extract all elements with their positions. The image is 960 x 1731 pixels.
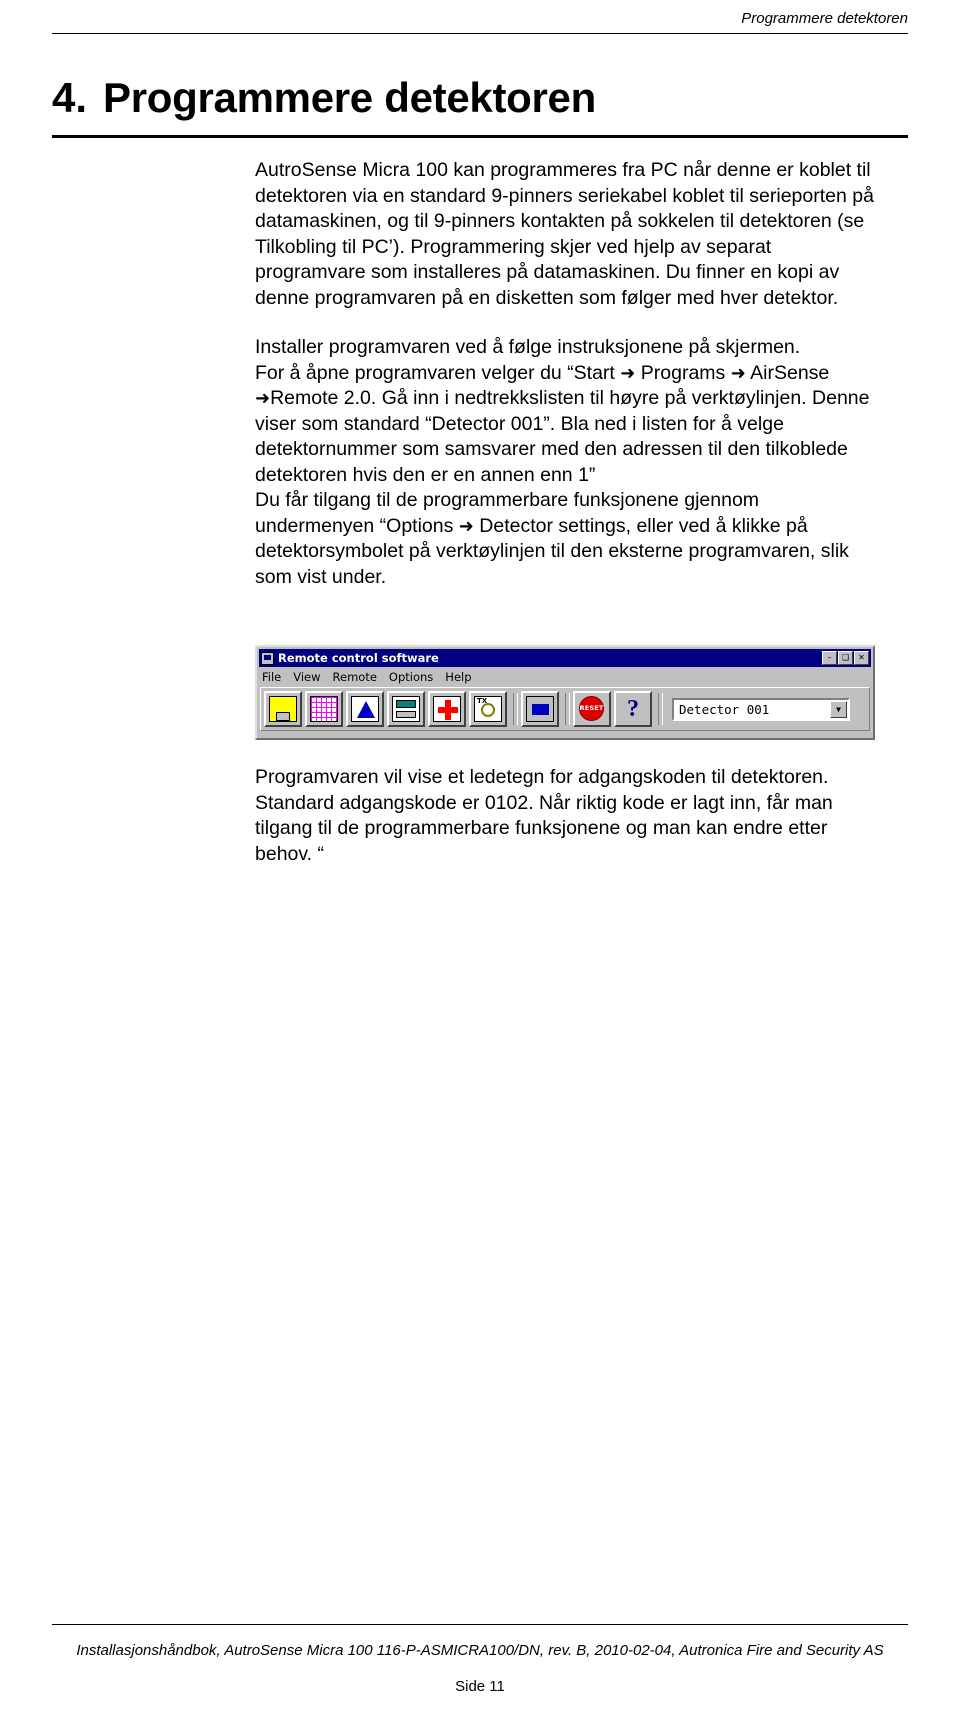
paragraph-access-code: Programvaren vil vise et ledetegn for ad… <box>255 766 833 865</box>
running-header: Programmere detektoren <box>741 10 908 27</box>
open-line-b: Programs <box>635 361 731 384</box>
body-column: AutroSense Micra 100 kan programmeres fr… <box>255 158 875 590</box>
arrow-icon: ➜ <box>620 362 636 384</box>
toolbar-separator <box>565 693 570 725</box>
menu-help[interactable]: Help <box>445 670 471 684</box>
page-title: 4. Programmere detektoren <box>52 74 908 122</box>
toolbar-button-waveform[interactable] <box>346 691 384 727</box>
detector-settings-icon <box>392 696 420 722</box>
tx-search-icon: TX <box>474 696 502 722</box>
open-line-c: AirSense <box>745 361 830 384</box>
toolbar-button-chart[interactable] <box>305 691 343 727</box>
toolbar-separator <box>658 693 663 725</box>
toolbar-separator <box>513 693 518 725</box>
paragraph-install: Installer programvaren ved å følge instr… <box>255 335 875 590</box>
toolbar-button-detector-settings[interactable] <box>387 691 425 727</box>
toolbar-button-tx[interactable]: TX <box>469 691 507 727</box>
chevron-down-icon[interactable]: ▼ <box>830 700 847 718</box>
footer-divider <box>52 1624 908 1625</box>
window-title: Remote control software <box>278 651 439 665</box>
title-divider <box>52 135 908 138</box>
grid-chart-icon <box>310 696 338 722</box>
arrow-icon: ➜ <box>255 388 271 409</box>
open-line-a: For å åpne programvaren velger du “Start <box>255 361 621 384</box>
toolbar-button-reset[interactable]: RESET <box>573 691 611 727</box>
menu-bar: File View Remote Options Help <box>259 668 871 685</box>
reset-icon: RESET <box>578 696 606 722</box>
detector-select-value: Detector 001 <box>679 701 770 717</box>
toolbar-button-save[interactable] <box>264 691 302 727</box>
toolbar: TX RESET ? Detector 001 ▼ <box>260 687 870 731</box>
blue-panel-icon <box>526 696 554 722</box>
toolbar-button-add[interactable] <box>428 691 466 727</box>
signal-waveform-icon <box>351 696 379 722</box>
body-column-after-figure: Programvaren vil vise et ledetegn for ad… <box>255 765 875 867</box>
toolbar-button-help[interactable]: ? <box>614 691 652 727</box>
menu-remote[interactable]: Remote <box>333 670 377 684</box>
window-titlebar: Remote control software – ❑ ✕ <box>259 649 871 667</box>
window-controls: – ❑ ✕ <box>822 651 869 665</box>
arrow-icon: ➜ <box>730 362 746 384</box>
reset-label: RESET <box>579 704 604 712</box>
arrow-icon: ➜ <box>458 515 474 537</box>
disk-save-icon <box>269 696 297 722</box>
dropdown-instruction: . Gå inn i nedtrekkslisten til høyre på … <box>370 387 807 409</box>
remote-version: Remote 2.0 <box>270 387 371 409</box>
add-detector-icon <box>433 696 461 722</box>
paragraph-intro: AutroSense Micra 100 kan programmeres fr… <box>255 159 874 309</box>
document-page: Programmere detektoren 4. Programmere de… <box>0 0 960 1731</box>
chapter-title: Programmere detektoren <box>103 74 596 121</box>
close-button[interactable]: ✕ <box>854 651 869 665</box>
maximize-button[interactable]: ❑ <box>838 651 853 665</box>
menu-file[interactable]: File <box>262 670 281 684</box>
minimize-button[interactable]: – <box>822 651 837 665</box>
help-icon: ? <box>619 696 647 722</box>
remote-control-software-window: Remote control software – ❑ ✕ File View … <box>255 645 875 740</box>
footer-text: Installasjonshåndbok, AutroSense Micra 1… <box>76 1642 884 1659</box>
detector-select[interactable]: Detector 001 ▼ <box>672 697 850 721</box>
magnifier-icon <box>481 703 495 717</box>
install-line: Installer programvaren ved å følge instr… <box>255 336 801 358</box>
page-number: Side 11 <box>455 1678 505 1695</box>
menu-view[interactable]: View <box>293 670 320 684</box>
application-icon <box>261 651 274 665</box>
header-divider <box>52 33 908 34</box>
menu-options[interactable]: Options <box>389 670 433 684</box>
toolbar-button-panel[interactable] <box>521 691 559 727</box>
chapter-number: 4. <box>52 74 88 121</box>
